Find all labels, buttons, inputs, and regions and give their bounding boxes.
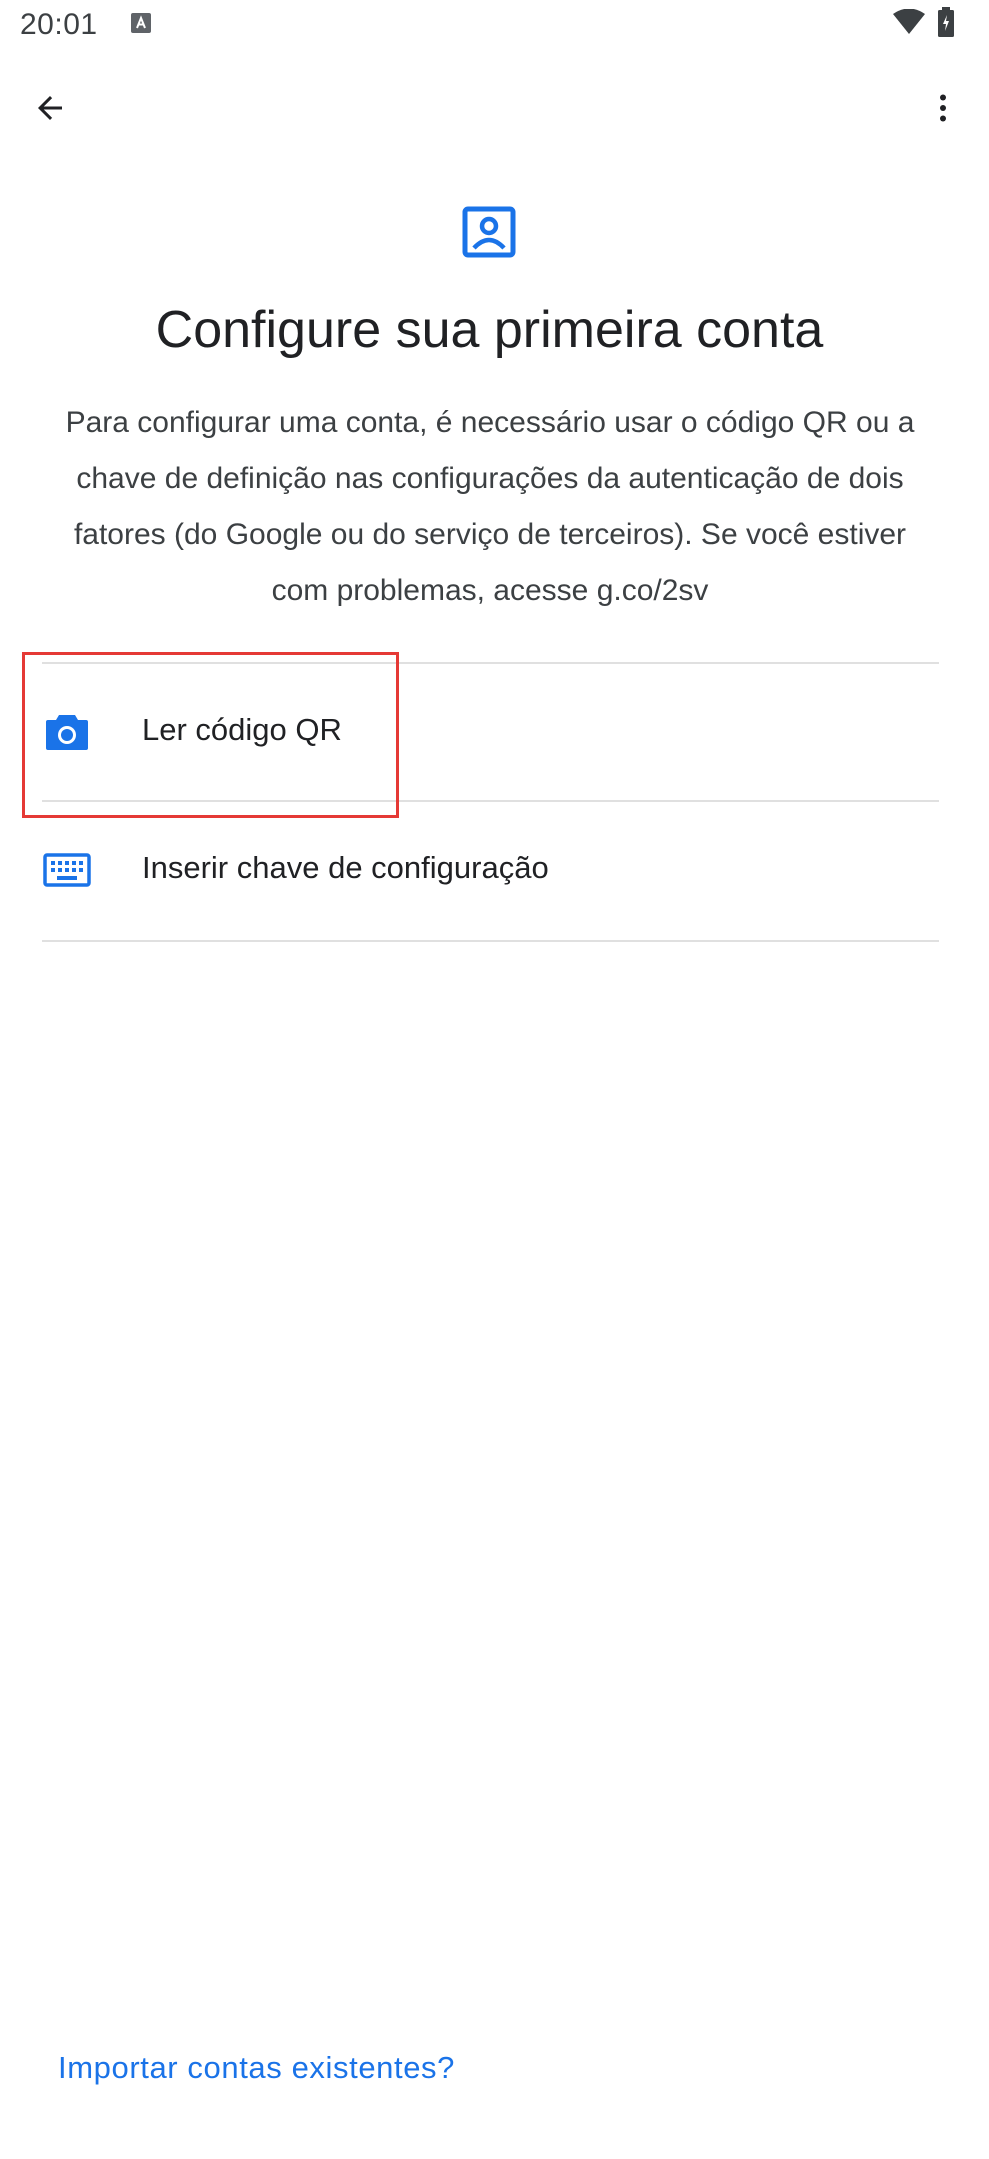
more-vert-icon <box>940 94 946 122</box>
status-bar: 20:01 <box>0 0 989 50</box>
enter-setup-key-label: Inserir chave de configuração <box>142 850 549 885</box>
import-accounts-link[interactable]: Importar contas existentes? <box>58 2050 455 2086</box>
divider <box>42 940 939 942</box>
account-box-icon <box>462 206 516 258</box>
keyboard-icon <box>42 802 92 938</box>
status-time: 20:01 <box>20 8 98 41</box>
camera-icon <box>42 664 92 800</box>
back-button[interactable] <box>22 80 78 136</box>
arrow-back-icon <box>38 96 62 120</box>
scan-qr-code-option[interactable]: Ler código QR <box>42 664 939 800</box>
a-box-icon <box>131 13 151 33</box>
page-title: Configure sua primeira conta <box>155 301 824 359</box>
battery-icon <box>938 7 954 37</box>
more-options-button[interactable] <box>915 80 971 136</box>
scan-qr-code-label: Ler código QR <box>142 712 342 747</box>
wifi-icon <box>893 9 925 34</box>
description-text: Para configurar uma conta, é necessário … <box>65 406 915 607</box>
enter-setup-key-option[interactable]: Inserir chave de configuração <box>42 802 939 938</box>
